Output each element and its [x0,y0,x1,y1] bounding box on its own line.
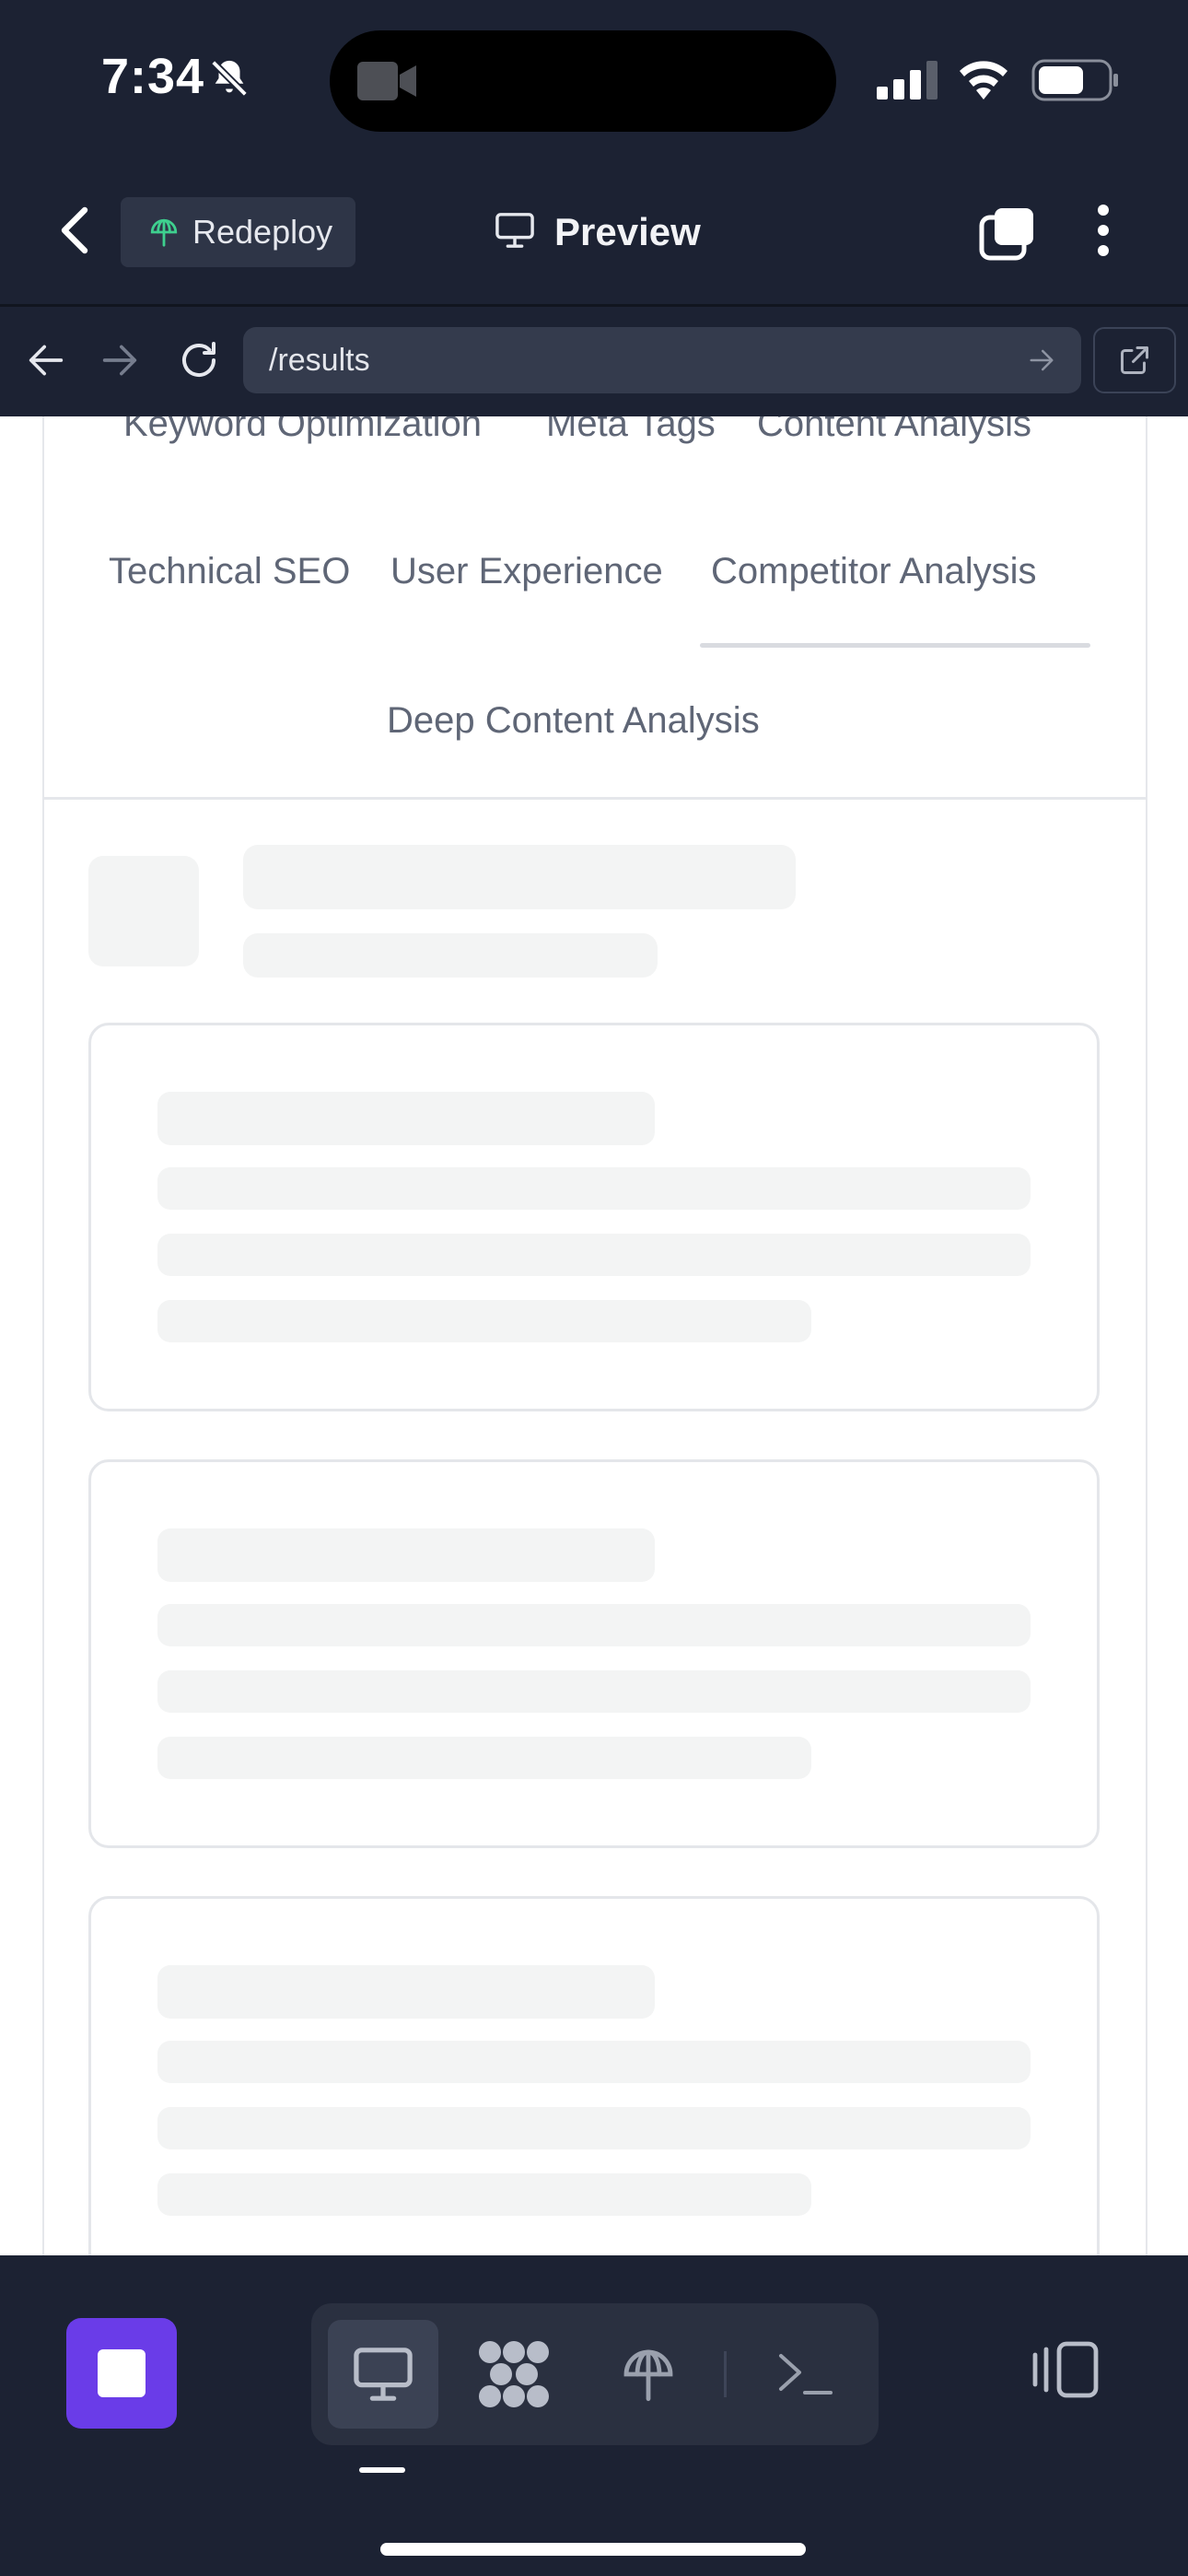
monitor-icon [354,2348,413,2401]
tool-switcher [311,2303,879,2445]
redeploy-label: Redeploy [192,213,333,251]
skeleton-line [157,1300,811,1342]
battery-icon [1031,59,1120,106]
deploy-icon [148,217,180,248]
tabs-divider [42,797,1146,800]
skeleton-line [157,1670,1031,1713]
skeleton-line [157,1234,1031,1276]
browser-forward-button[interactable] [99,342,140,383]
skeleton-line [157,1737,811,1779]
skeleton-line [157,1604,1031,1646]
url-input[interactable]: /results [243,327,1081,393]
tab-keyword-optimization[interactable]: Keyword Optimization [123,416,482,445]
camera-icon [357,62,416,105]
skeleton-subtitle [243,933,658,978]
url-text: /results [269,342,370,378]
tab-deep-content-analysis[interactable]: Deep Content Analysis [387,700,760,742]
arrow-right-icon [102,345,137,376]
chevron-left-icon [61,206,88,254]
skeleton-line [157,2173,811,2216]
bell-slash-icon [208,57,250,104]
skeleton-line [157,2107,1031,2149]
tab-meta-tags[interactable]: Meta Tags [546,416,716,445]
tab-technical-seo[interactable]: Technical SEO [109,551,350,592]
tab-content-analysis[interactable]: Content Analysis [757,416,1031,445]
skeleton-line [157,1965,655,2019]
preview-title[interactable]: Preview [494,205,701,260]
redeploy-button[interactable]: Redeploy [121,197,355,267]
url-bar: /results [0,307,1188,416]
status-bar: 7:34 [0,0,1188,157]
tabs-button[interactable] [978,206,1037,266]
external-link-icon [1121,346,1148,374]
skeleton-line [157,1092,655,1145]
preview-label: Preview [554,210,701,253]
stop-button[interactable] [66,2318,177,2429]
tool-deploy[interactable] [593,2320,704,2429]
reload-icon [182,342,215,377]
more-options-button[interactable] [1092,203,1114,263]
monitor-icon [494,211,536,254]
tool-terminal[interactable] [750,2320,860,2429]
panel-toggle-button[interactable] [1028,2340,1101,2404]
panel-toggle-icon [1032,2341,1099,2398]
stop-icon [98,2349,146,2397]
wifi-icon [956,59,1011,104]
skeleton-avatar [88,856,199,966]
bottom-toolbar [0,2255,1188,2576]
skeleton-line [157,1528,655,1582]
deploy-icon [623,2349,673,2402]
tool-apps[interactable] [459,2320,569,2429]
tab-user-experience[interactable]: User Experience [390,551,663,592]
go-arrow-icon[interactable] [1028,347,1055,373]
tab-competitor-analysis[interactable]: Competitor Analysis [711,551,1036,592]
apps-grid-icon [479,2341,549,2407]
cellular-signal-icon [877,61,939,104]
skeleton-card [88,1896,1100,2255]
open-external-button[interactable] [1093,327,1176,393]
home-indicator [380,2543,806,2556]
preview-viewport[interactable]: Keyword Optimization Meta Tags Content A… [0,416,1188,2255]
back-button[interactable] [53,205,99,256]
skeleton-title [243,845,796,909]
tool-separator [724,2351,727,2397]
dynamic-island [330,30,836,132]
status-time: 7:34 [101,49,205,104]
browser-back-button[interactable] [26,342,66,383]
skeleton-line [157,2041,1031,2083]
skeleton-card [88,1459,1100,1848]
tool-preview[interactable] [328,2320,438,2429]
top-navigation: Redeploy Preview [0,157,1188,307]
terminal-icon [779,2354,833,2395]
reload-button[interactable] [177,338,221,387]
tabs-icon [979,208,1033,261]
active-tab-indicator [700,643,1090,648]
arrow-left-icon [29,345,64,376]
skeleton-line [157,1167,1031,1210]
active-tool-indicator [359,2467,405,2473]
skeleton-card [88,1023,1100,1411]
more-vertical-icon [1098,205,1109,256]
